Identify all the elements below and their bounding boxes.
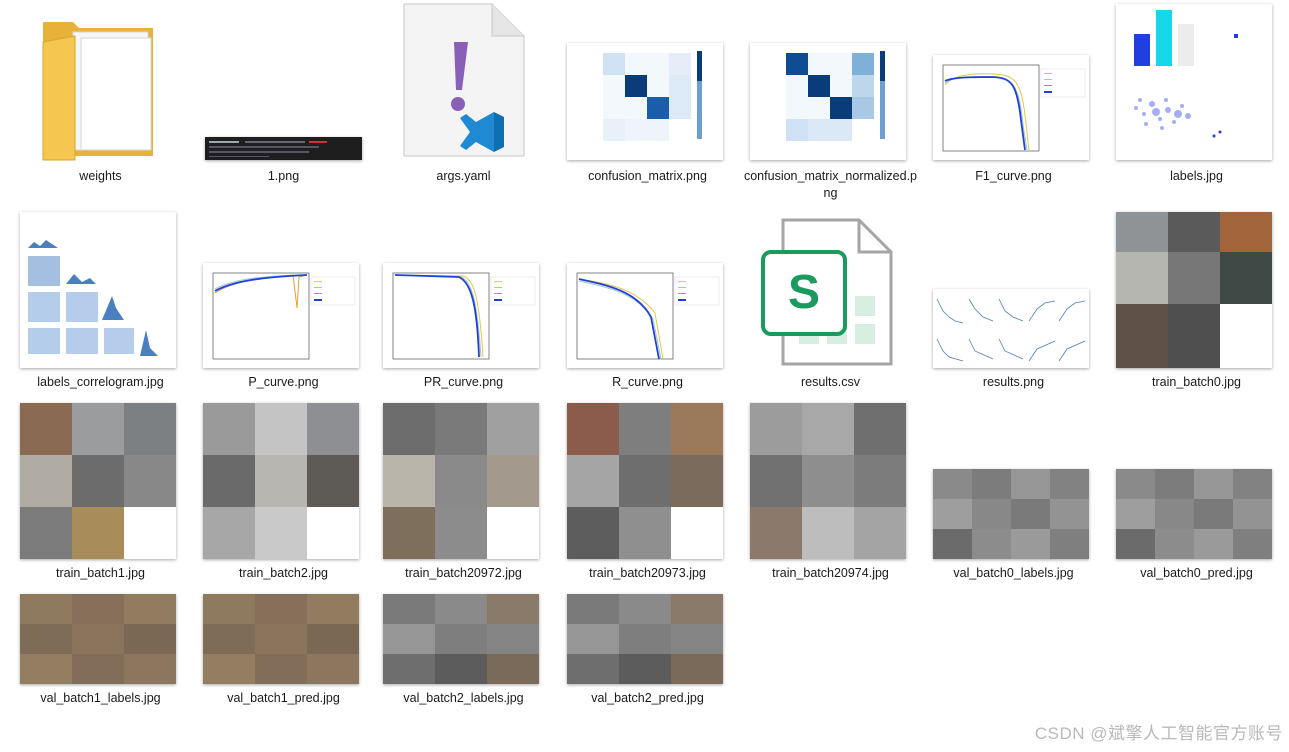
file-name: PR_curve.png (423, 375, 504, 389)
svg-text:S: S (788, 266, 820, 319)
watermark: CSDN @斌擎人工智能官方账号 (1034, 724, 1283, 743)
train-batch0-thumbnail (1116, 212, 1272, 368)
file-1-png[interactable]: 1.png (196, 12, 371, 185)
labels-thumbnail (1116, 4, 1272, 160)
file-name: 1.png (267, 169, 300, 183)
folder-icon (13, 12, 188, 162)
val-batch2-labels-thumbnail (383, 594, 539, 684)
file-pr-curve[interactable]: PR_curve.png (376, 212, 551, 391)
val-batch1-pred-thumbnail (203, 594, 359, 684)
file-train-batch20974[interactable]: train_batch20974.jpg (743, 403, 918, 582)
file-name: results.png (982, 375, 1045, 389)
terminal-thumbnail (205, 137, 362, 160)
file-val-batch2-labels[interactable]: val_batch2_labels.jpg (376, 528, 551, 707)
spreadsheet-icon: S (761, 218, 893, 366)
results-plot-thumbnail (933, 289, 1089, 368)
file-name: val_batch1_labels.jpg (40, 691, 161, 705)
file-name: val_batch2_pred.jpg (591, 691, 704, 705)
r-curve-thumbnail (567, 263, 723, 368)
file-name: labels.jpg (1170, 169, 1223, 183)
file-val-batch0-labels[interactable]: val_batch0_labels.jpg (926, 403, 1101, 582)
val-batch0-labels-thumbnail (933, 469, 1089, 559)
pr-curve-thumbnail (383, 263, 539, 368)
file-name: train_batch0.jpg (1152, 375, 1241, 389)
val-batch0-pred-thumbnail (1116, 469, 1272, 559)
file-args-yaml[interactable]: args.yaml (376, 3, 551, 185)
file-r-curve[interactable]: R_curve.png (560, 212, 735, 391)
correlogram-thumbnail (20, 212, 176, 368)
file-name: F1_curve.png (975, 169, 1052, 183)
confusion-matrix-thumbnail (567, 43, 723, 160)
val-batch1-labels-thumbnail (20, 594, 176, 684)
file-weights[interactable]: weights (13, 12, 188, 185)
file-val-batch2-pred[interactable]: val_batch2_pred.jpg (560, 528, 735, 707)
file-labels[interactable]: labels.jpg (1109, 4, 1284, 185)
val-batch2-pred-thumbnail (567, 594, 723, 684)
file-results-csv[interactable]: S results.csv (743, 212, 918, 391)
file-labels-correlogram[interactable]: labels_correlogram.jpg (13, 212, 188, 391)
file-p-curve[interactable]: P_curve.png (196, 212, 371, 391)
yaml-file-icon (403, 3, 525, 157)
file-name: results.csv (800, 375, 861, 389)
file-name: val_batch0_labels.jpg (953, 566, 1074, 580)
file-name: confusion_matrix_normalized.png (743, 169, 917, 200)
file-name: R_curve.png (612, 375, 683, 389)
file-name: args.yaml (436, 169, 491, 183)
file-train-batch0[interactable]: train_batch0.jpg (1109, 212, 1284, 391)
file-val-batch1-pred[interactable]: val_batch1_pred.jpg (196, 528, 371, 707)
p-curve-thumbnail (203, 263, 359, 368)
f1-curve-thumbnail (933, 55, 1089, 160)
file-val-batch1-labels[interactable]: val_batch1_labels.jpg (13, 528, 188, 707)
file-name: confusion_matrix.png (588, 169, 707, 183)
file-name: train_batch20974.jpg (772, 566, 889, 580)
file-name: P_curve.png (248, 375, 319, 389)
file-name: val_batch0_pred.jpg (1140, 566, 1253, 580)
file-confusion-matrix[interactable]: confusion_matrix.png (560, 12, 735, 185)
file-name: labels_correlogram.jpg (37, 375, 164, 389)
file-f1-curve[interactable]: F1_curve.png (926, 12, 1101, 185)
file-name: val_batch2_labels.jpg (403, 691, 524, 705)
train-batch20974-thumbnail (750, 403, 906, 559)
file-val-batch0-pred[interactable]: val_batch0_pred.jpg (1109, 403, 1284, 582)
file-results-png[interactable]: results.png (926, 212, 1101, 391)
file-name: weights (79, 169, 122, 183)
file-confusion-matrix-normalized[interactable]: confusion_matrix_normalized.png (743, 12, 918, 202)
file-name: val_batch1_pred.jpg (227, 691, 340, 705)
confusion-matrix-normalized-thumbnail (750, 43, 906, 160)
